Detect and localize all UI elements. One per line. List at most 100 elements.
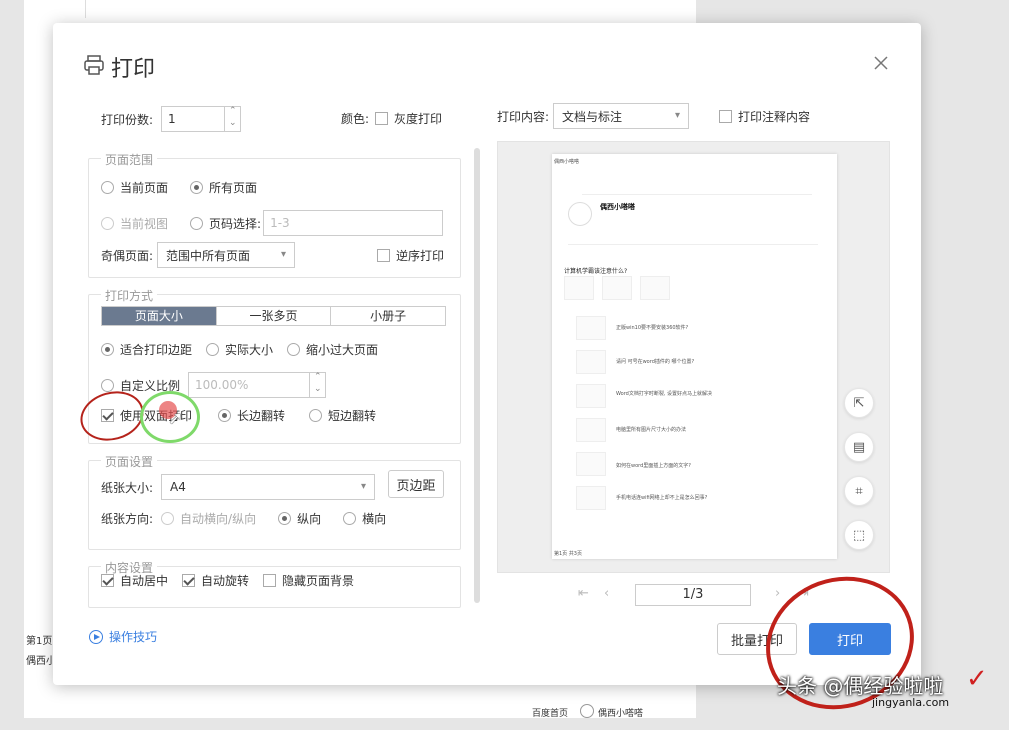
auto-rotate-checkbox[interactable] <box>182 574 196 587</box>
chevron-down-icon: ▾ <box>281 249 287 260</box>
portrait-radio[interactable] <box>278 512 292 525</box>
dialog-title: 打印 <box>111 57 156 82</box>
background-side-text: 偶西小 <box>26 656 56 667</box>
auto-orientation-radio[interactable] <box>161 512 175 525</box>
reverse-print-label: 逆序打印 <box>396 249 445 263</box>
fit-page-tool-icon[interactable]: ⇱ <box>844 388 874 418</box>
settings-pane: 打印份数: 1 颜色: 灰度打印 页面范围 当前页面 所有页面 当前视图 页码选… <box>83 98 481 608</box>
paper-size-label: 纸张大小: <box>101 480 154 495</box>
landscape-label: 横向 <box>362 512 387 526</box>
preview-thumbnail <box>576 486 606 510</box>
short-edge-label: 短边翻转 <box>328 409 377 423</box>
hide-background-checkbox[interactable] <box>263 574 277 587</box>
current-view-radio[interactable] <box>101 216 114 230</box>
orientation-label: 纸张方向: <box>101 512 154 526</box>
actual-size-radio[interactable] <box>206 343 220 356</box>
auto-center-label: 自动居中 <box>120 574 169 588</box>
preview-thumbnail <box>602 276 632 300</box>
tips-link[interactable]: 操作技巧 <box>89 628 157 645</box>
page-setup-title: 页面设置 <box>101 453 158 470</box>
print-preview: 偶西小嗒嗒 偶西小嗒嗒 计算机学霸该注意什么? 正版win10要不要安装360软… <box>497 141 890 573</box>
select-area-tool-icon[interactable]: ⬚ <box>844 520 874 550</box>
preview-item: 如何在word里面插上方面的文字? <box>616 463 691 469</box>
tab-booklet[interactable]: 小册子 <box>331 307 445 325</box>
custom-scale-input[interactable]: 100.00% <box>188 372 327 398</box>
preview-thumbnail <box>576 418 606 442</box>
odd-even-select[interactable]: 范围中所有页面 ▾ <box>157 242 296 268</box>
chevron-down-icon: ▾ <box>675 110 681 121</box>
tab-multi-page[interactable]: 一张多页 <box>217 307 332 325</box>
avatar <box>580 704 594 718</box>
prev-page-icon[interactable]: ‹ <box>604 586 609 601</box>
paper-size-select[interactable]: A4 ▾ <box>161 474 376 500</box>
print-mode-title: 打印方式 <box>101 287 158 304</box>
background-lines <box>85 0 325 18</box>
stepper-arrows-icon[interactable] <box>309 372 325 397</box>
checkmark-icon: ✓ <box>966 664 988 694</box>
long-edge-radio[interactable] <box>218 409 232 422</box>
crop-tool-icon[interactable]: ⌗ <box>844 476 874 506</box>
tips-label: 操作技巧 <box>109 630 158 644</box>
print-mode-tabs: 页面大小 一张多页 小册子 <box>101 306 446 326</box>
preview-page: 偶西小嗒嗒 偶西小嗒嗒 计算机学霸该注意什么? 正版win10要不要安装360软… <box>552 154 837 559</box>
next-page-icon[interactable]: › <box>775 586 780 601</box>
preview-thumbnail <box>576 316 606 340</box>
document-tool-icon[interactable]: ▤ <box>844 432 874 462</box>
preview-header: 偶西小嗒嗒 <box>554 159 580 165</box>
auto-orientation-label: 自动横向/纵向 <box>180 512 257 526</box>
current-view-label: 当前视图 <box>120 216 169 231</box>
margins-button[interactable]: 页边距 <box>388 470 444 498</box>
paper-size-value: A4 <box>170 480 186 494</box>
first-page-icon[interactable]: ⇤ <box>578 586 589 601</box>
copies-stepper[interactable]: 1 <box>161 106 242 132</box>
close-icon[interactable] <box>873 55 889 71</box>
hide-background-label: 隐藏页面背景 <box>282 574 355 588</box>
tab-page-size[interactable]: 页面大小 <box>102 307 217 325</box>
print-content-select[interactable]: 文档与标注 ▾ <box>553 103 690 129</box>
all-pages-radio[interactable] <box>190 181 204 194</box>
odd-even-label: 奇偶页面: <box>101 248 154 263</box>
short-edge-radio[interactable] <box>309 409 323 422</box>
preview-thumbnail <box>576 350 606 374</box>
page-select-radio[interactable] <box>190 216 204 230</box>
color-label: 颜色: <box>341 112 370 126</box>
background-bottom-link: 百度首页 <box>532 709 569 719</box>
page-indicator[interactable]: 1/3 <box>635 584 751 606</box>
watermark-text: 头条 @偶经验啦啦 <box>777 674 944 698</box>
preview-thumbnail <box>640 276 670 300</box>
page-range-title: 页面范围 <box>101 151 158 168</box>
preview-item: 请问 可号在word插件的 哪个位置? <box>616 359 695 365</box>
shrink-large-radio[interactable] <box>287 343 301 356</box>
print-dialog: 打印 打印份数: 1 颜色: 灰度打印 页面范围 当前页面 所有页面 <box>53 23 921 685</box>
custom-scale-radio[interactable] <box>101 378 114 392</box>
mouse-cursor-icon: ➚ <box>168 408 184 429</box>
preview-footer: 第1页 共3页 <box>554 551 582 557</box>
print-comments-checkbox[interactable] <box>719 110 732 123</box>
page-select-label: 页码选择: <box>209 216 262 231</box>
preview-item: Word文档打字时断裂, 设置好点马上就解决 <box>616 391 713 397</box>
background-side-text: 第1页 <box>26 636 53 647</box>
grayscale-label: 灰度打印 <box>394 112 443 126</box>
all-pages-label: 所有页面 <box>209 181 258 195</box>
printer-icon <box>84 55 104 75</box>
reverse-print-checkbox[interactable] <box>377 249 390 262</box>
page-select-input[interactable]: 1-3 <box>263 210 444 236</box>
portrait-label: 纵向 <box>297 512 322 526</box>
stepper-arrows-icon[interactable] <box>224 106 240 131</box>
print-comments-label: 打印注释内容 <box>738 110 811 124</box>
current-page-radio[interactable] <box>101 181 114 194</box>
preview-item: 正版win10要不要安装360软件? <box>616 325 689 331</box>
current-page-label: 当前页面 <box>120 181 169 195</box>
play-icon <box>89 629 103 644</box>
preview-avatar <box>568 202 592 226</box>
settings-scrollbar[interactable] <box>474 148 480 603</box>
long-edge-label: 长边翻转 <box>237 409 286 423</box>
custom-scale-value: 100.00% <box>195 378 249 392</box>
fit-margins-radio[interactable] <box>101 343 114 356</box>
preview-divider <box>568 244 818 245</box>
landscape-radio[interactable] <box>343 512 357 525</box>
chevron-down-icon: ▾ <box>361 481 367 492</box>
grayscale-checkbox[interactable] <box>375 112 389 125</box>
preview-item: 手机电话连wifi网络上却不上是怎么回事? <box>616 495 708 501</box>
auto-center-checkbox[interactable] <box>101 574 114 587</box>
